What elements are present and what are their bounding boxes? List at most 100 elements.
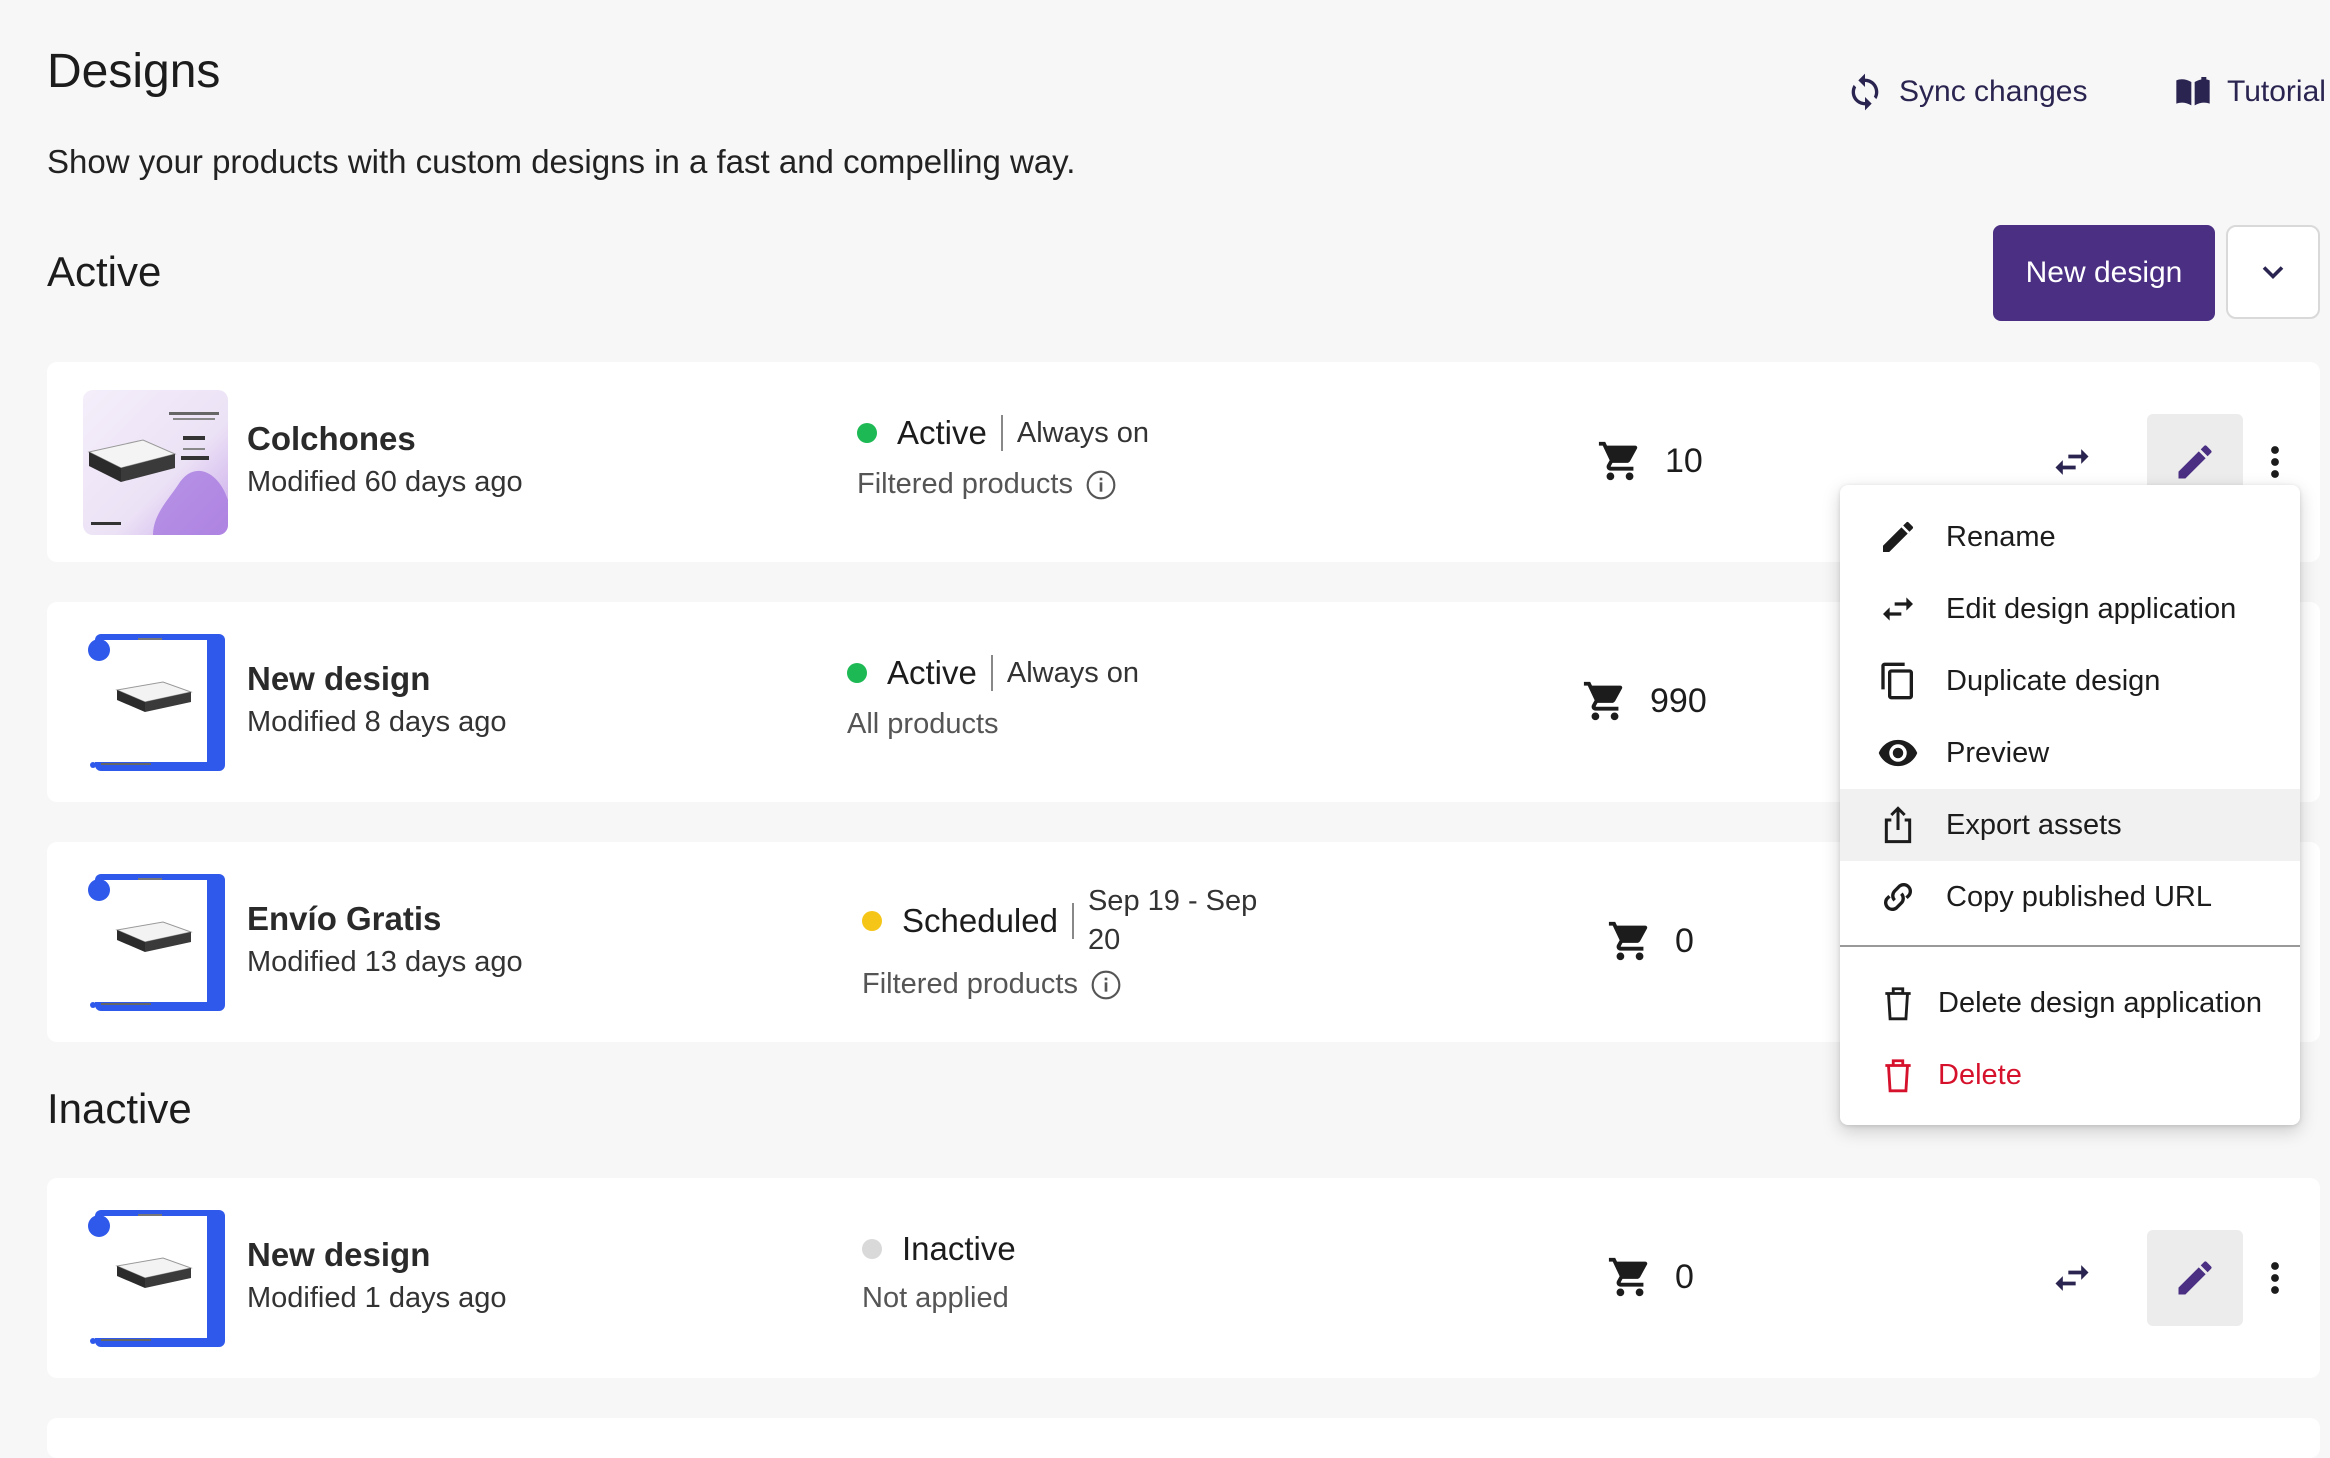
menu-item-label: Rename (1946, 520, 2056, 553)
design-status: Scheduled Sep 19 - Sep 20 (862, 882, 1257, 960)
edit-design-button[interactable] (2147, 1230, 2243, 1326)
cart-icon (1598, 441, 1638, 481)
status-schedule: Always on (1016, 416, 1150, 449)
product-count: 990 (1582, 678, 1707, 724)
trash-red-icon (1885, 1059, 1911, 1093)
swap-icon (1883, 597, 1913, 621)
product-count-value: 0 (1675, 1257, 1694, 1296)
tutorial-label: Tutorial (2227, 75, 2326, 108)
design-thumbnail (83, 390, 228, 535)
design-context-menu: Rename Edit design application Duplicate… (1840, 485, 2300, 1125)
schedule-line-2: 20 (1087, 924, 1121, 956)
menu-item-rename[interactable]: Rename (1840, 501, 2300, 573)
products-scope-label: Not applied (862, 1282, 1009, 1314)
info-icon[interactable] (1090, 969, 1122, 1001)
menu-item-export-assets[interactable]: Export assets (1840, 789, 2300, 861)
menu-item-label: Copy published URL (1946, 880, 2212, 913)
product-count-value: 10 (1665, 441, 1703, 480)
status-schedule: Always on (1006, 656, 1140, 689)
products-scope-label: All products (847, 708, 999, 740)
copy-icon (1881, 662, 1913, 700)
status-dot-scheduled (862, 911, 882, 931)
swap-icon (2055, 1265, 2089, 1291)
menu-item-label: Export assets (1946, 808, 2122, 841)
more-options-button[interactable] (2260, 1253, 2290, 1303)
design-status: Inactive (862, 1230, 1016, 1268)
swap-icon (2055, 449, 2089, 475)
status-separator (1000, 415, 1003, 451)
trash-icon (1885, 987, 1911, 1021)
products-scope-label: Filtered products (857, 468, 1073, 500)
design-card-inactive-new-design[interactable]: New design Modified 1 days ago Inactive … (47, 1178, 2320, 1378)
status-separator (990, 655, 993, 691)
menu-item-label: Delete (1938, 1058, 2022, 1091)
design-thumbnail (83, 630, 228, 775)
menu-divider (1840, 945, 2300, 947)
cart-icon (1608, 1257, 1648, 1297)
page-subtitle: Show your products with custom designs i… (47, 143, 1076, 180)
menu-item-copy-published-url[interactable]: Copy published URL (1840, 861, 2300, 933)
menu-item-label: Edit design application (1946, 592, 2237, 625)
design-modified: Modified 1 days ago (247, 1282, 507, 1314)
link-icon (1884, 883, 1912, 911)
share-icon (1884, 806, 1912, 844)
menu-item-label: Duplicate design (1946, 664, 2161, 697)
product-count-value: 0 (1675, 921, 1694, 960)
design-name: Colchones (247, 420, 416, 457)
menu-item-preview[interactable]: Preview (1840, 717, 2300, 789)
more-options-button[interactable] (2260, 437, 2290, 487)
design-products-scope: Not applied (862, 1282, 1009, 1315)
tutorial-button[interactable]: Tutorial (2173, 72, 2326, 112)
menu-item-edit-design-application[interactable]: Edit design application (1840, 573, 2300, 645)
design-products-scope: Filtered products (862, 968, 1122, 1001)
eye-icon (1878, 739, 1918, 767)
status-label: Active (887, 654, 977, 691)
product-count: 0 (1607, 1254, 1694, 1300)
design-thumbnail (83, 1206, 228, 1351)
book-icon (2176, 77, 2210, 106)
info-icon[interactable] (1085, 469, 1117, 501)
menu-item-label: Delete design application (1938, 986, 2263, 1019)
menu-item-duplicate-design[interactable]: Duplicate design (1840, 645, 2300, 717)
design-name: New design (247, 660, 431, 697)
menu-item-delete[interactable]: Delete (1840, 1039, 2300, 1111)
design-name: New design (247, 1236, 431, 1273)
status-dot-active (847, 663, 867, 683)
cart-icon (1608, 921, 1648, 961)
schedule-line-1: Sep 19 - Sep (1087, 885, 1258, 917)
new-design-dropdown-button[interactable] (2226, 225, 2320, 319)
pencil-icon (1883, 521, 1914, 552)
more-vertical-icon (2271, 1262, 2279, 1294)
design-modified: Modified 13 days ago (247, 946, 523, 978)
page-title: Designs (47, 45, 221, 98)
sync-icon (1851, 73, 1879, 111)
design-status: Active Always on (847, 654, 1139, 692)
mattress-image (87, 412, 228, 535)
edit-application-button[interactable] (2047, 437, 2097, 487)
cart-icon (1583, 681, 1623, 721)
products-scope-label: Filtered products (862, 968, 1078, 1000)
design-modified: Modified 8 days ago (247, 706, 507, 738)
status-dot-inactive (862, 1239, 882, 1259)
pencil-icon (2178, 445, 2212, 479)
design-thumbnail (83, 870, 228, 1015)
design-status: Active Always on (857, 414, 1149, 452)
section-title-active: Active (47, 248, 162, 295)
chevron-down-icon (2262, 266, 2284, 280)
new-design-button[interactable]: New design (1993, 225, 2215, 321)
menu-item-delete-design-application[interactable]: Delete design application (1840, 967, 2300, 1039)
product-count-value: 990 (1650, 681, 1707, 720)
pencil-icon (2178, 1261, 2212, 1295)
status-dot-active (857, 423, 877, 443)
edit-application-button[interactable] (2047, 1253, 2097, 1303)
status-label: Inactive (902, 1230, 1016, 1267)
product-count: 10 (1597, 438, 1703, 484)
status-label: Active (897, 414, 987, 451)
section-title-inactive: Inactive (47, 1085, 192, 1132)
design-name: Envío Gratis (247, 900, 442, 937)
status-separator (1071, 903, 1074, 939)
design-card-partial (47, 1418, 2320, 1458)
sync-changes-button[interactable]: Sync changes (1845, 72, 2087, 112)
mattress-image (88, 874, 225, 1011)
mattress-image (88, 634, 225, 771)
